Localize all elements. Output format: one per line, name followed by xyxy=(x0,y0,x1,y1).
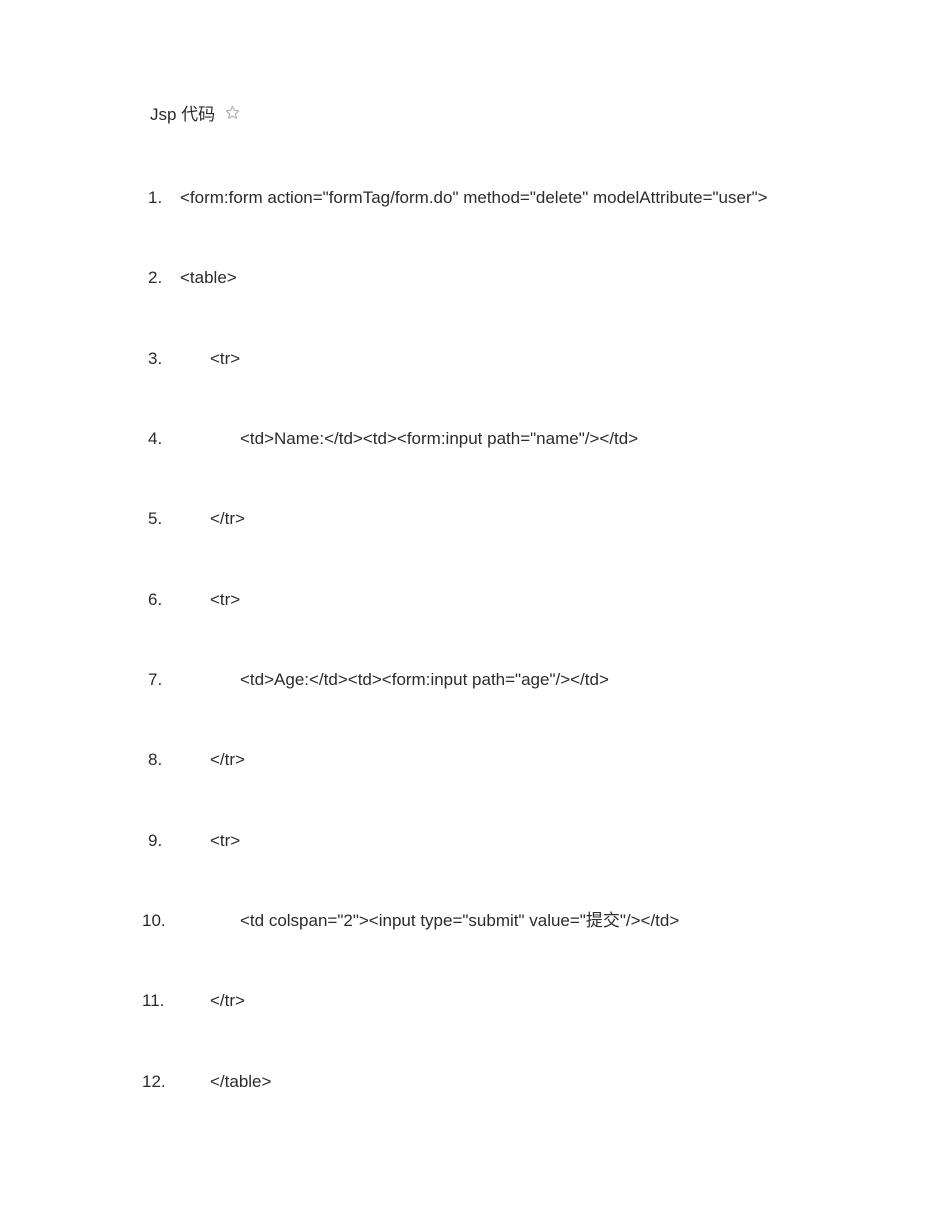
code-text: <td colspan="2"><input type="submit" val… xyxy=(240,911,679,930)
star-icon[interactable] xyxy=(225,105,240,120)
code-text: <td>Age:</td><td><form:input path="age"/… xyxy=(240,670,609,689)
code-line: <table> xyxy=(120,265,905,291)
code-text: </tr> xyxy=(210,509,245,528)
code-text: <tr> xyxy=(210,590,240,609)
code-line: <form:form action="formTag/form.do" meth… xyxy=(120,185,905,211)
code-line: <tr> xyxy=(120,828,905,854)
code-title: Jsp 代码 xyxy=(150,100,215,125)
code-list: <form:form action="formTag/form.do" meth… xyxy=(120,185,905,1095)
code-line: </tr> xyxy=(120,506,905,532)
code-line: <tr> xyxy=(120,587,905,613)
code-line: <tr> xyxy=(120,346,905,372)
code-text: </table> xyxy=(210,1072,271,1091)
code-text: <table> xyxy=(180,268,237,287)
code-line: <td>Age:</td><td><form:input path="age"/… xyxy=(120,667,905,693)
code-text: <tr> xyxy=(210,831,240,850)
code-line: </tr> xyxy=(120,747,905,773)
code-line: <td>Name:</td><td><form:input path="name… xyxy=(120,426,905,452)
code-line: <td colspan="2"><input type="submit" val… xyxy=(120,908,905,934)
code-text: </tr> xyxy=(210,750,245,769)
code-line: </table> xyxy=(120,1069,905,1095)
code-text: <tr> xyxy=(210,349,240,368)
code-title-row: Jsp 代码 xyxy=(150,100,905,125)
code-line: </tr> xyxy=(120,988,905,1014)
code-text: </tr> xyxy=(210,991,245,1010)
code-text: <form:form action="formTag/form.do" meth… xyxy=(180,188,768,207)
code-text: <td>Name:</td><td><form:input path="name… xyxy=(240,429,638,448)
page-container: Jsp 代码 <form:form action="formTag/form.d… xyxy=(0,0,945,1209)
